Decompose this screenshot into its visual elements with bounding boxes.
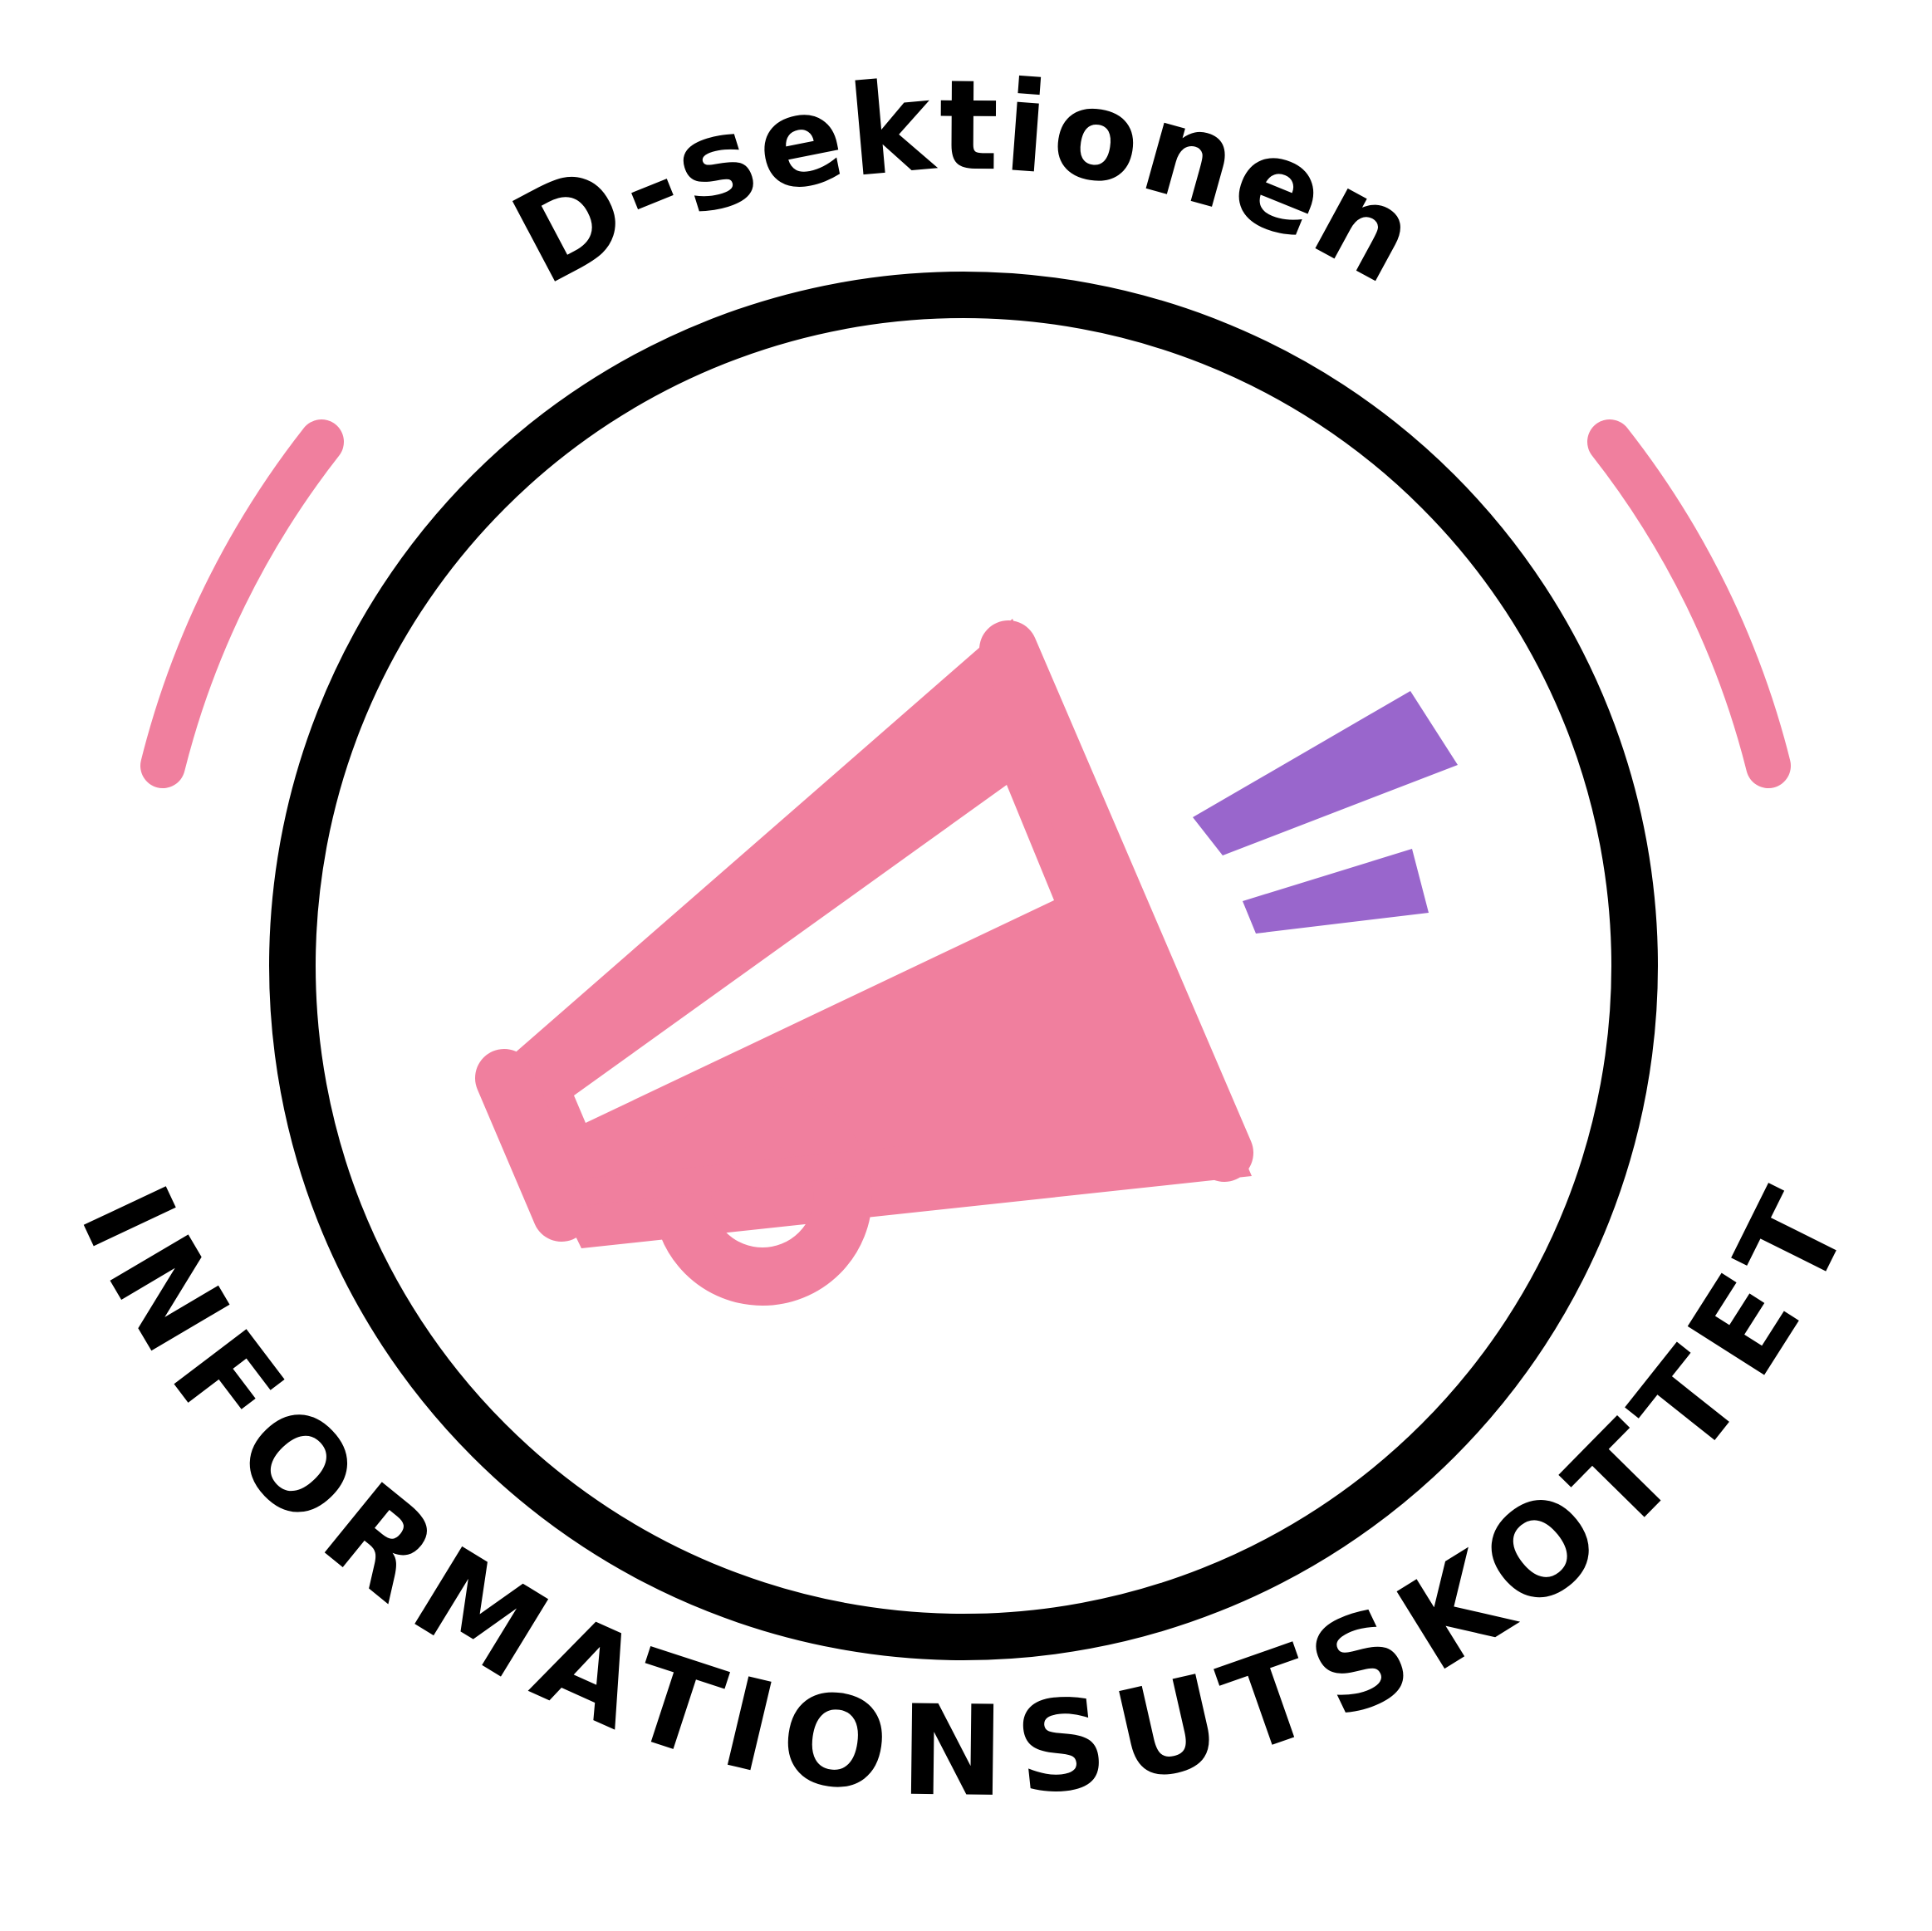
bottom-curved-text: INFORMATIONSUTSKOTTET bbox=[51, 1165, 1880, 1825]
right-accent-arc bbox=[1587, 419, 1791, 788]
committee-name: INFORMATIONSUTSKOTTET bbox=[51, 1165, 1873, 1825]
megaphone-icon bbox=[475, 619, 1253, 1306]
sound-line-upper bbox=[1193, 691, 1458, 855]
left-accent-arc bbox=[140, 419, 344, 788]
committee-logo: D-sektionen INFORMATIONSUTSKOTTET bbox=[51, 54, 1880, 1825]
sound-line-lower bbox=[1243, 849, 1429, 934]
